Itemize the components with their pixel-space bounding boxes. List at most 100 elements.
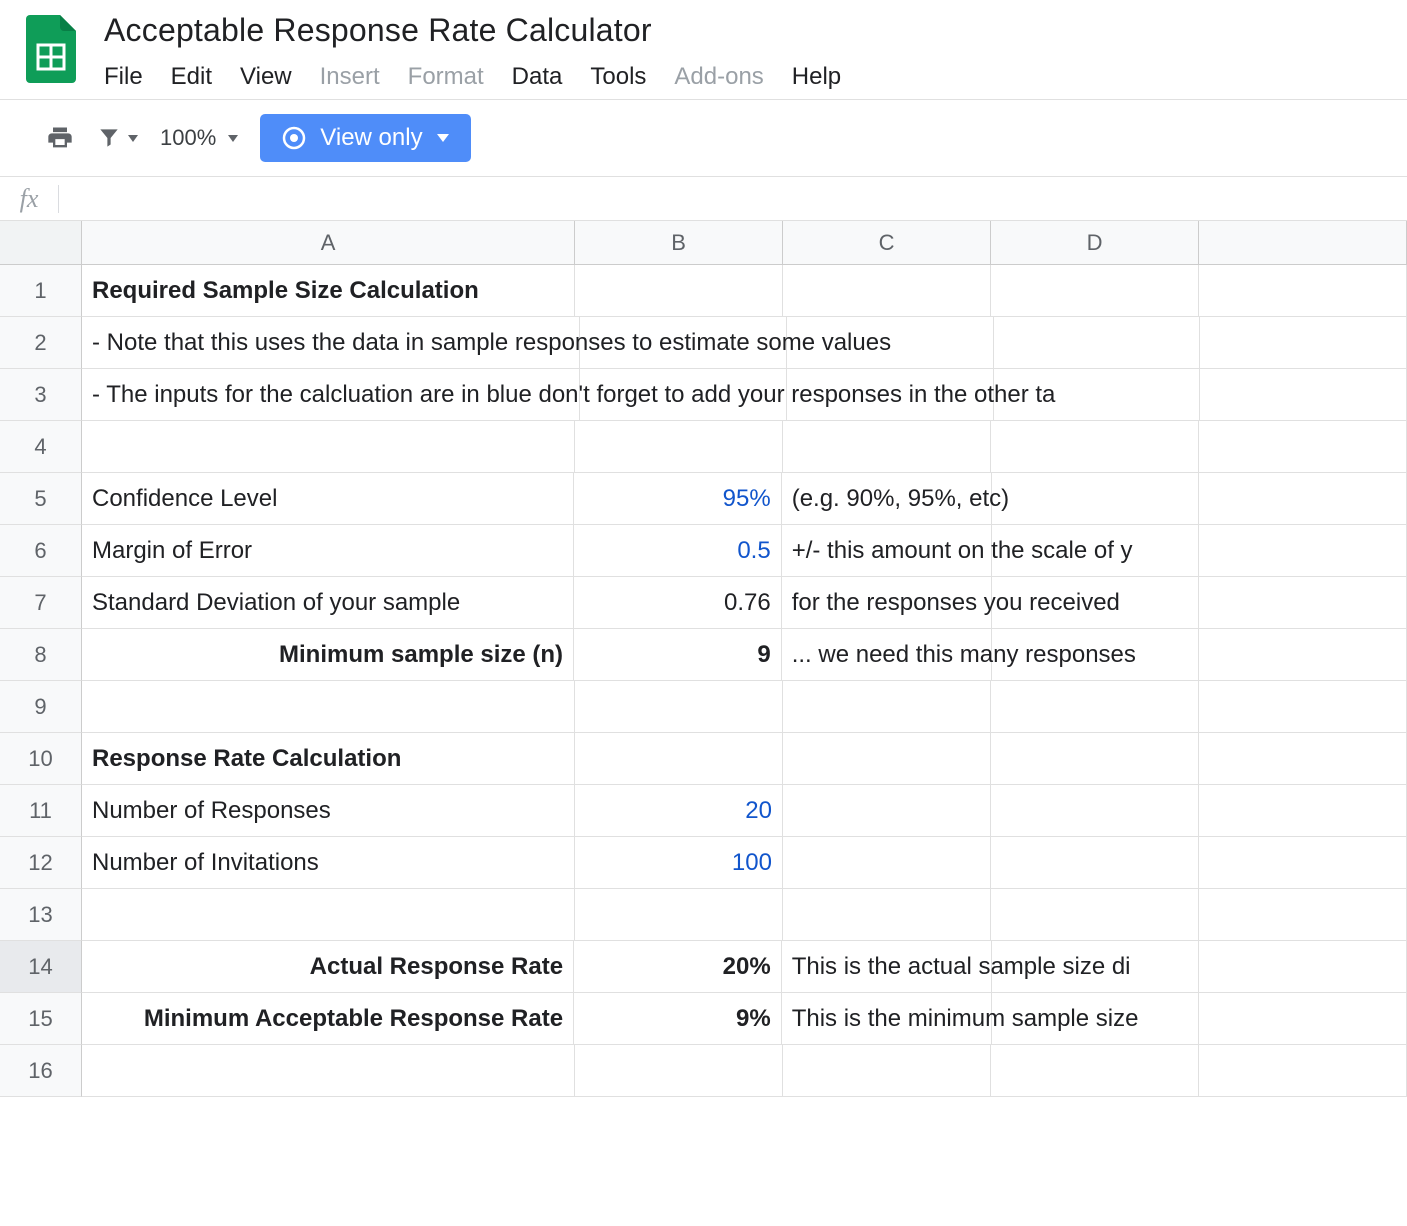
cell-E8[interactable] xyxy=(1199,629,1407,681)
cell-C4[interactable] xyxy=(783,421,991,473)
cell-A12[interactable]: Number of Invitations xyxy=(82,837,575,889)
row-header-11[interactable]: 11 xyxy=(0,785,82,837)
cell-C12[interactable] xyxy=(783,837,991,889)
cell-B12[interactable]: 100 xyxy=(575,837,783,889)
cell-E1[interactable] xyxy=(1199,265,1407,317)
row-header-14[interactable]: 14 xyxy=(0,941,82,993)
col-header-E[interactable] xyxy=(1199,221,1407,265)
cell-D2[interactable] xyxy=(994,317,1201,369)
cell-B1[interactable] xyxy=(575,265,783,317)
row-header-2[interactable]: 2 xyxy=(0,317,82,369)
cell-E13[interactable] xyxy=(1199,889,1407,941)
row-header-10[interactable]: 10 xyxy=(0,733,82,785)
cell-A10[interactable]: Response Rate Calculation xyxy=(82,733,575,785)
row-header-8[interactable]: 8 xyxy=(0,629,82,681)
menu-tools[interactable]: Tools xyxy=(590,63,646,91)
row-header-4[interactable]: 4 xyxy=(0,421,82,473)
cell-B7[interactable]: 0.76 xyxy=(574,577,782,629)
cell-A16[interactable] xyxy=(82,1045,575,1097)
cell-B9[interactable] xyxy=(575,681,783,733)
cell-E9[interactable] xyxy=(1199,681,1407,733)
cell-C16[interactable] xyxy=(783,1045,991,1097)
view-only-button[interactable]: View only xyxy=(260,114,470,162)
cell-D10[interactable] xyxy=(991,733,1199,785)
cell-A5[interactable]: Confidence Level xyxy=(82,473,574,525)
cell-E2[interactable] xyxy=(1200,317,1407,369)
cell-C6[interactable]: +/- this amount on the scale of y xyxy=(782,525,992,577)
col-header-A[interactable]: A xyxy=(82,221,575,265)
row-header-6[interactable]: 6 xyxy=(0,525,82,577)
cell-B16[interactable] xyxy=(575,1045,783,1097)
cell-A7[interactable]: Standard Deviation of your sample xyxy=(82,577,574,629)
cell-A1[interactable]: Required Sample Size Calculation xyxy=(82,265,575,317)
cell-E4[interactable] xyxy=(1199,421,1407,473)
col-header-D[interactable]: D xyxy=(991,221,1199,265)
cell-D9[interactable] xyxy=(991,681,1199,733)
select-all-corner[interactable] xyxy=(0,221,82,265)
cell-A2[interactable]: - Note that this uses the data in sample… xyxy=(82,317,580,369)
row-header-3[interactable]: 3 xyxy=(0,369,82,421)
cell-C8[interactable]: ... we need this many responses xyxy=(782,629,992,681)
row-header-16[interactable]: 16 xyxy=(0,1045,82,1097)
cell-C5[interactable]: (e.g. 90%, 95%, etc) xyxy=(782,473,992,525)
formula-input[interactable] xyxy=(59,177,1407,220)
cell-C13[interactable] xyxy=(783,889,991,941)
cell-B8[interactable]: 9 xyxy=(574,629,782,681)
cell-C14[interactable]: This is the actual sample size di xyxy=(782,941,992,993)
row-header-1[interactable]: 1 xyxy=(0,265,82,317)
cell-A3[interactable]: - The inputs for the calcluation are in … xyxy=(82,369,580,421)
menu-view[interactable]: View xyxy=(240,63,292,91)
cell-B11[interactable]: 20 xyxy=(575,785,783,837)
cell-E14[interactable] xyxy=(1199,941,1407,993)
filter-icon[interactable] xyxy=(96,125,138,151)
cell-B4[interactable] xyxy=(575,421,783,473)
row-header-15[interactable]: 15 xyxy=(0,993,82,1045)
cell-A8[interactable]: Minimum sample size (n) xyxy=(82,629,574,681)
cell-A6[interactable]: Margin of Error xyxy=(82,525,574,577)
document-title[interactable]: Acceptable Response Rate Calculator xyxy=(104,10,841,49)
col-header-B[interactable]: B xyxy=(575,221,783,265)
row-header-7[interactable]: 7 xyxy=(0,577,82,629)
print-icon[interactable] xyxy=(46,124,74,152)
cell-B15[interactable]: 9% xyxy=(574,993,782,1045)
cell-E7[interactable] xyxy=(1199,577,1407,629)
menu-data[interactable]: Data xyxy=(512,63,563,91)
cell-E5[interactable] xyxy=(1199,473,1407,525)
cell-D1[interactable] xyxy=(991,265,1199,317)
menu-file[interactable]: File xyxy=(104,63,143,91)
cell-C1[interactable] xyxy=(783,265,991,317)
cell-A11[interactable]: Number of Responses xyxy=(82,785,575,837)
cell-E16[interactable] xyxy=(1199,1045,1407,1097)
cell-E11[interactable] xyxy=(1199,785,1407,837)
cell-A15[interactable]: Minimum Acceptable Response Rate xyxy=(82,993,574,1045)
cell-B13[interactable] xyxy=(575,889,783,941)
zoom-selector[interactable]: 100% xyxy=(160,125,238,151)
cell-A4[interactable] xyxy=(82,421,575,473)
row-header-5[interactable]: 5 xyxy=(0,473,82,525)
cell-D12[interactable] xyxy=(991,837,1199,889)
cell-B6[interactable]: 0.5 xyxy=(574,525,782,577)
cell-C15[interactable]: This is the minimum sample size xyxy=(782,993,992,1045)
cell-B10[interactable] xyxy=(575,733,783,785)
cell-E10[interactable] xyxy=(1199,733,1407,785)
cell-E12[interactable] xyxy=(1199,837,1407,889)
cell-B14[interactable]: 20% xyxy=(574,941,782,993)
menu-edit[interactable]: Edit xyxy=(171,63,212,91)
cell-C10[interactable] xyxy=(783,733,991,785)
cell-D13[interactable] xyxy=(991,889,1199,941)
sheets-doc-icon[interactable] xyxy=(22,10,80,88)
cell-C9[interactable] xyxy=(783,681,991,733)
cell-A13[interactable] xyxy=(82,889,575,941)
menu-help[interactable]: Help xyxy=(792,63,841,91)
cell-D11[interactable] xyxy=(991,785,1199,837)
cell-E6[interactable] xyxy=(1199,525,1407,577)
cell-E3[interactable] xyxy=(1200,369,1407,421)
cell-C11[interactable] xyxy=(783,785,991,837)
cell-E15[interactable] xyxy=(1199,993,1407,1045)
cell-D4[interactable] xyxy=(991,421,1199,473)
cell-A14[interactable]: Actual Response Rate xyxy=(82,941,574,993)
row-header-12[interactable]: 12 xyxy=(0,837,82,889)
cell-D5[interactable] xyxy=(992,473,1200,525)
cell-C7[interactable]: for the responses you received xyxy=(782,577,992,629)
cell-B5[interactable]: 95% xyxy=(574,473,782,525)
